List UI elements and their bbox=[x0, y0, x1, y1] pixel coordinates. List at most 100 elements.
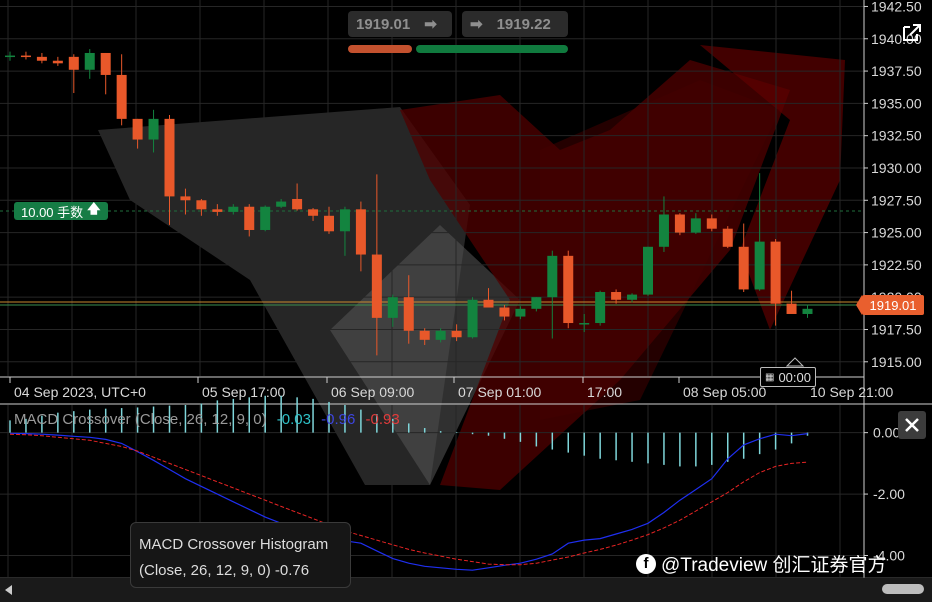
macd-axis: 0.00-2.00-4.00 bbox=[864, 425, 905, 564]
price-tick-label: 1930.00 bbox=[871, 160, 922, 176]
candle-body bbox=[164, 118, 175, 197]
buy-price-button[interactable]: ➡ 1919.22 bbox=[462, 11, 568, 37]
candle-body bbox=[84, 52, 95, 70]
candle-body bbox=[100, 52, 111, 75]
candle[interactable] bbox=[260, 205, 271, 232]
candle-body bbox=[228, 206, 239, 212]
tooltip-line-1: MACD Crossover Histogram bbox=[139, 536, 329, 553]
candle-body bbox=[515, 308, 526, 317]
candle-body bbox=[722, 228, 733, 247]
candle-body bbox=[674, 214, 685, 233]
candle[interactable] bbox=[595, 290, 606, 326]
candle-body bbox=[212, 209, 223, 212]
candle[interactable] bbox=[84, 49, 95, 79]
candle-body bbox=[499, 307, 510, 317]
candle[interactable] bbox=[802, 304, 813, 318]
price-tick-label: 1927.50 bbox=[871, 192, 922, 208]
candle-body bbox=[595, 292, 606, 324]
chart-canvas[interactable]: 1942.501940.001937.501935.001932.501930.… bbox=[0, 0, 932, 602]
arrow-up-icon: 🡅 bbox=[87, 201, 101, 216]
candle[interactable] bbox=[467, 297, 478, 339]
macd-tick-label: 0.00 bbox=[873, 425, 900, 441]
candle[interactable] bbox=[20, 51, 31, 60]
candle-body bbox=[324, 215, 334, 232]
candle[interactable] bbox=[100, 52, 111, 95]
candle-body bbox=[292, 198, 303, 210]
candle-body bbox=[435, 330, 446, 340]
candle-body bbox=[132, 118, 143, 140]
buy-price: 1919.22 bbox=[496, 15, 551, 33]
close-icon bbox=[905, 418, 919, 432]
buy-sentiment-bar bbox=[416, 45, 568, 53]
price-tick-label: 1935.00 bbox=[871, 95, 922, 111]
candle-body bbox=[308, 209, 319, 216]
time-tooltip-value: 00:00 bbox=[778, 369, 811, 385]
price-tick-label: 1937.50 bbox=[871, 63, 922, 79]
candle[interactable] bbox=[722, 226, 733, 249]
candle-body bbox=[627, 294, 638, 300]
time-tick-label: 05 Sep 17:00 bbox=[202, 384, 286, 400]
macd-title: MACD Crossover (Close, 26, 12, 9, 0) bbox=[14, 411, 267, 428]
candle-body bbox=[116, 74, 127, 119]
sell-sentiment-bar bbox=[348, 45, 412, 53]
histogram-tooltip: MACD Crossover Histogram (Close, 26, 12,… bbox=[130, 522, 351, 588]
candle-body bbox=[738, 246, 749, 290]
watermark: f @Tradeview 创汇证券官方 bbox=[636, 550, 887, 577]
candle[interactable] bbox=[68, 54, 79, 94]
sell-price-button[interactable]: 1919.01 ➡ bbox=[348, 11, 452, 37]
candle-body bbox=[770, 241, 781, 304]
candle-body bbox=[387, 297, 398, 318]
candle-body bbox=[68, 56, 79, 70]
candle-body bbox=[611, 292, 622, 300]
candle-body bbox=[547, 255, 558, 298]
time-tick-label: 06 Sep 09:00 bbox=[331, 384, 415, 400]
candle-body bbox=[531, 297, 542, 309]
popout-button[interactable] bbox=[896, 18, 926, 48]
time-tooltip: ▦ 00:00 bbox=[760, 367, 816, 387]
current-price-tag: 1919.01 bbox=[862, 295, 924, 315]
candle-body bbox=[148, 118, 159, 140]
tooltip-line-2: (Close, 26, 12, 9, 0) -0.76 bbox=[139, 562, 310, 579]
candle[interactable] bbox=[563, 250, 574, 329]
watermark-text: @Tradeview 创汇证券官方 bbox=[661, 555, 887, 576]
calendar-icon: ▦ bbox=[765, 371, 775, 383]
macd-tick-label: -2.00 bbox=[873, 486, 905, 502]
candle-body bbox=[339, 209, 350, 232]
sell-price: 1919.01 bbox=[356, 15, 411, 33]
candle-body bbox=[371, 254, 382, 318]
candle[interactable] bbox=[116, 54, 127, 126]
price-tick-label: 1915.00 bbox=[871, 354, 922, 370]
candle-body bbox=[563, 255, 574, 324]
candle[interactable] bbox=[674, 213, 685, 236]
candle-body bbox=[690, 218, 701, 233]
price-tick-label: 1932.50 bbox=[871, 128, 922, 144]
candle[interactable] bbox=[36, 52, 47, 64]
macd-value-signal: -0.96 bbox=[321, 411, 356, 428]
candle-body bbox=[355, 209, 366, 255]
candle-body bbox=[419, 330, 430, 340]
time-tick-label: 08 Sep 05:00 bbox=[683, 384, 767, 400]
price-tick-label: 1922.50 bbox=[871, 257, 922, 273]
candle[interactable] bbox=[643, 246, 653, 296]
scrollbar-thumb[interactable] bbox=[882, 584, 924, 594]
time-tick-label: 10 Sep 21:00 bbox=[810, 384, 894, 400]
candle-body bbox=[706, 218, 717, 229]
candle-body bbox=[276, 201, 287, 207]
order-lots-badge[interactable]: 10.00 手数 🡅 bbox=[14, 201, 108, 220]
macd-legend[interactable]: MACD Crossover (Close, 26, 12, 9, 0) -0.… bbox=[14, 411, 400, 428]
arrow-right-icon: ➡ bbox=[470, 16, 483, 33]
candle-body bbox=[483, 299, 494, 308]
candle[interactable] bbox=[52, 56, 63, 66]
macd-value-hist: -0.93 bbox=[365, 411, 400, 428]
candle-body bbox=[802, 308, 813, 314]
candle-body bbox=[754, 241, 765, 290]
macd-value-main: -0.03 bbox=[276, 411, 311, 428]
lots-label: 10.00 手数 bbox=[21, 204, 84, 220]
candle[interactable] bbox=[5, 51, 15, 61]
time-tick-label: 07 Sep 01:00 bbox=[458, 384, 542, 400]
close-indicator-button[interactable] bbox=[898, 411, 926, 439]
candle-body bbox=[658, 214, 669, 247]
candle-body bbox=[180, 196, 191, 201]
price-tick-label: 1942.50 bbox=[871, 0, 922, 14]
candle-body bbox=[403, 297, 414, 331]
